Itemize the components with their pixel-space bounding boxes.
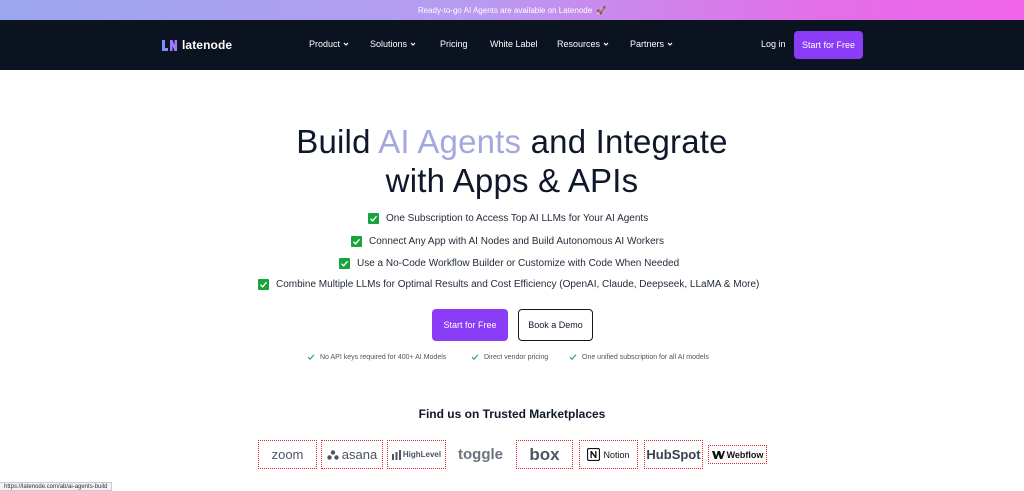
- browser-status-url: https://latenode.com/ab/ai-agents-build: [0, 482, 113, 491]
- hubspot-logo-text: HubSpot: [646, 447, 701, 462]
- nav-solutions[interactable]: Solutions: [370, 39, 416, 49]
- feature-item: Combine Multiple LLMs for Optimal Result…: [258, 277, 759, 291]
- login-link[interactable]: Log in: [761, 39, 786, 49]
- nav-solutions-label: Solutions: [370, 39, 408, 49]
- nav-pricing[interactable]: Pricing: [440, 39, 468, 49]
- chevron-down-icon: [603, 42, 609, 46]
- asana-logo[interactable]: asana: [321, 440, 383, 469]
- chevron-down-icon: [343, 42, 349, 46]
- webflow-logo[interactable]: Webflow: [708, 445, 767, 464]
- notion-logo[interactable]: Notion: [579, 440, 638, 469]
- checkbox-check-icon: [339, 257, 350, 269]
- status-url-text: https://latenode.com/ab/ai-agents-build: [4, 483, 108, 490]
- hero-title-part1: Build: [296, 123, 379, 160]
- box-logo[interactable]: box: [516, 440, 573, 469]
- chevron-down-icon: [410, 42, 416, 46]
- hero-title-part2: and Integrate: [521, 123, 728, 160]
- toggle-logo-text: toggle: [458, 446, 503, 463]
- toggle-logo[interactable]: toggle: [451, 440, 510, 469]
- feature-text: Combine Multiple LLMs for Optimal Result…: [276, 278, 760, 290]
- perk-text: No API keys required for 400+ AI Models: [320, 353, 447, 361]
- rocket-icon: 🚀: [596, 5, 607, 15]
- nav-product-label: Product: [309, 39, 341, 49]
- feature-item: Connect Any App with AI Nodes and Build …: [351, 234, 664, 248]
- nav-start-for-free-button[interactable]: Start for Free: [794, 31, 863, 59]
- zoom-logo[interactable]: zoom: [258, 440, 317, 469]
- announcement-text[interactable]: Ready-to-go AI Agents are available on L…: [418, 6, 592, 15]
- checkbox-check-icon: [351, 235, 362, 247]
- nav-partners[interactable]: Partners: [630, 39, 673, 49]
- notion-icon: [587, 448, 601, 461]
- feature-text: One Subscription to Access Top AI LLMs f…: [386, 212, 649, 224]
- nav-white-label[interactable]: White Label: [490, 39, 538, 49]
- highlevel-logo[interactable]: HighLevel: [387, 440, 446, 469]
- perk-item: Direct vendor pricing: [471, 352, 548, 362]
- nav-white-label-label: White Label: [490, 39, 538, 49]
- feature-item: Use a No-Code Workflow Builder or Custom…: [339, 256, 679, 270]
- box-logo-text: box: [529, 444, 560, 464]
- chevron-down-icon: [667, 42, 673, 46]
- nav-product[interactable]: Product: [309, 39, 349, 49]
- top-navigation: latenode Product Solutions Pricing White…: [0, 20, 1024, 70]
- hero-start-for-free-button[interactable]: Start for Free: [432, 309, 508, 341]
- check-icon: [569, 354, 577, 360]
- hero-title-highlight: AI Agents: [378, 123, 522, 160]
- nav-resources[interactable]: Resources: [557, 39, 609, 49]
- perk-item: No API keys required for 400+ AI Models: [307, 352, 446, 362]
- webflow-logo-text: Webflow: [726, 449, 764, 460]
- main-menu: Product Solutions Pricing White Label Re…: [0, 20, 1024, 70]
- feature-item: One Subscription to Access Top AI LLMs f…: [368, 211, 648, 225]
- checkbox-check-icon: [368, 212, 379, 224]
- check-icon: [307, 354, 315, 360]
- highlevel-icon: [391, 449, 401, 460]
- marketplaces-title: Find us on Trusted Marketplaces: [418, 407, 606, 421]
- nav-partners-label: Partners: [630, 39, 665, 49]
- highlevel-logo-text: HighLevel: [402, 450, 442, 459]
- feature-text: Connect Any App with AI Nodes and Build …: [369, 235, 664, 247]
- perk-item: One unified subscription for all AI mode…: [569, 352, 709, 362]
- check-icon: [471, 354, 479, 360]
- perk-text: One unified subscription for all AI mode…: [582, 353, 709, 361]
- hero-title-line2: with Apps & APIs: [385, 162, 639, 199]
- asana-logo-text: asana: [341, 447, 378, 462]
- perk-text: Direct vendor pricing: [484, 353, 549, 361]
- feature-text: Use a No-Code Workflow Builder or Custom…: [357, 257, 680, 269]
- checkbox-check-icon: [258, 278, 269, 290]
- nav-pricing-label: Pricing: [440, 39, 468, 49]
- webflow-icon: [711, 450, 725, 459]
- nav-resources-label: Resources: [557, 39, 601, 49]
- zoom-logo-text: zoom: [271, 447, 304, 462]
- announcement-bar[interactable]: Ready-to-go AI Agents are available on L…: [0, 0, 1024, 20]
- book-a-demo-button[interactable]: Book a Demo: [518, 309, 593, 341]
- notion-logo-text: Notion: [603, 449, 630, 460]
- hubspot-logo[interactable]: HubSpot: [644, 440, 703, 469]
- asana-icon: [327, 449, 339, 460]
- hero-title: Build AI Agents and Integrate with Apps …: [0, 122, 1024, 200]
